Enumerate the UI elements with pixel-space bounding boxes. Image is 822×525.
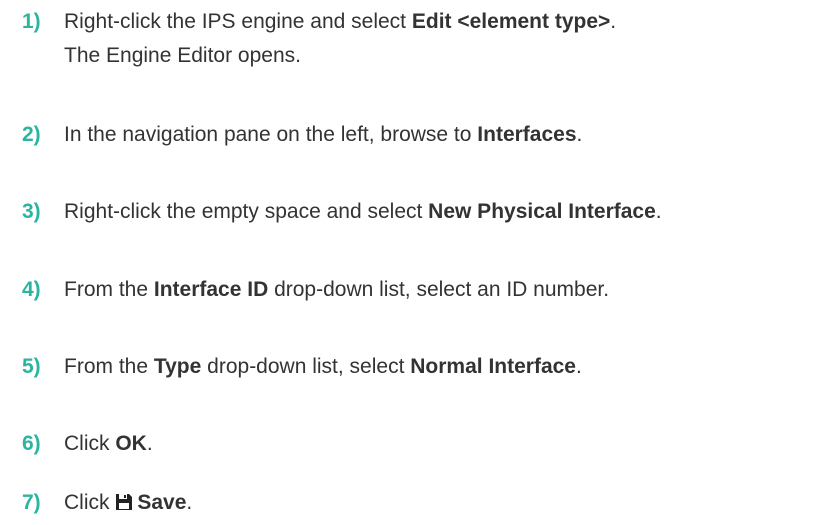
step-instruction: Right-click the IPS engine and select Ed… — [64, 10, 617, 33]
ui-term: Save — [137, 491, 187, 514]
ui-term: Interfaces — [477, 123, 577, 146]
procedure-steps: 1) Right-click the IPS engine and select… — [0, 0, 822, 525]
ui-term: Normal Interface — [410, 355, 576, 378]
step-instruction: From the Type drop-down list, select Nor… — [64, 355, 582, 378]
step-number: 3) — [22, 200, 41, 223]
step-instruction: Right-click the empty space and select N… — [64, 200, 662, 223]
step-instruction: From the Interface ID drop-down list, se… — [64, 278, 610, 301]
ui-term: Edit <element type> — [411, 10, 611, 33]
step-number: 7) — [22, 491, 41, 514]
step-number: 6) — [22, 432, 41, 455]
step-number: 5) — [22, 355, 41, 378]
step-result: The Engine Editor opens. — [64, 44, 301, 67]
ui-term: OK — [115, 432, 147, 455]
ui-term: Type — [153, 355, 202, 378]
step-number: 2) — [22, 123, 41, 146]
step-instruction: Click OK. — [64, 432, 153, 455]
save-icon — [115, 489, 133, 521]
step-instruction: In the navigation pane on the left, brow… — [64, 123, 583, 146]
ui-term: Interface ID — [153, 278, 269, 301]
ui-term: New Physical Interface — [428, 200, 656, 223]
step-instruction: Click Save. — [64, 487, 192, 521]
step-number: 1) — [22, 10, 41, 33]
step-number: 4) — [22, 278, 41, 301]
